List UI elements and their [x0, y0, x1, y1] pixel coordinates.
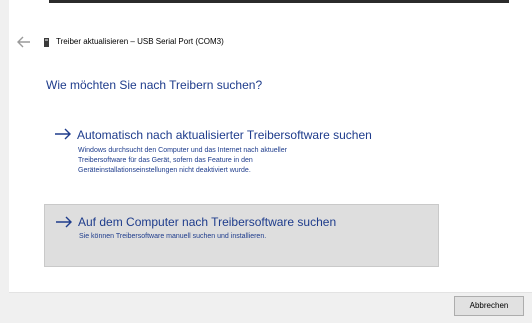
option-description-line: Windows durchsucht den Computer und das …	[78, 147, 287, 154]
option-description-line: Sie können Treibersoftware manuell suche…	[79, 233, 267, 240]
option-description-line: Geräteinstallationseinstellungen nicht d…	[78, 167, 251, 174]
close-icon[interactable]: ×	[527, 10, 532, 26]
update-driver-dialog: × Treiber aktualisieren – USB Serial Por…	[9, 0, 532, 323]
option-description: Sie können Treibersoftware manuell suche…	[79, 232, 399, 242]
option-title: Auf dem Computer nach Treibersoftware su…	[78, 215, 337, 229]
dialog-footer: Abbrechen	[9, 292, 532, 323]
option-description-line: Treibersoftware für das Gerät, sofern da…	[78, 157, 253, 164]
cancel-button[interactable]: Abbrechen	[454, 296, 524, 316]
dialog-title: Treiber aktualisieren – USB Serial Port …	[56, 37, 224, 46]
right-arrow-icon	[56, 216, 72, 228]
usb-device-icon	[44, 38, 49, 47]
titlebar-strip	[49, 0, 509, 3]
page-heading: Wie möchten Sie nach Treibern suchen?	[46, 78, 263, 92]
browse-computer-option[interactable]: Auf dem Computer nach Treibersoftware su…	[44, 204, 439, 267]
search-automatically-option[interactable]: Automatisch nach aktualisierter Treibers…	[44, 124, 439, 186]
option-description: Windows durchsucht den Computer und das …	[78, 146, 398, 176]
back-arrow-icon[interactable]	[16, 35, 32, 49]
right-arrow-icon	[55, 128, 71, 140]
option-title: Automatisch nach aktualisierter Treibers…	[77, 128, 372, 142]
